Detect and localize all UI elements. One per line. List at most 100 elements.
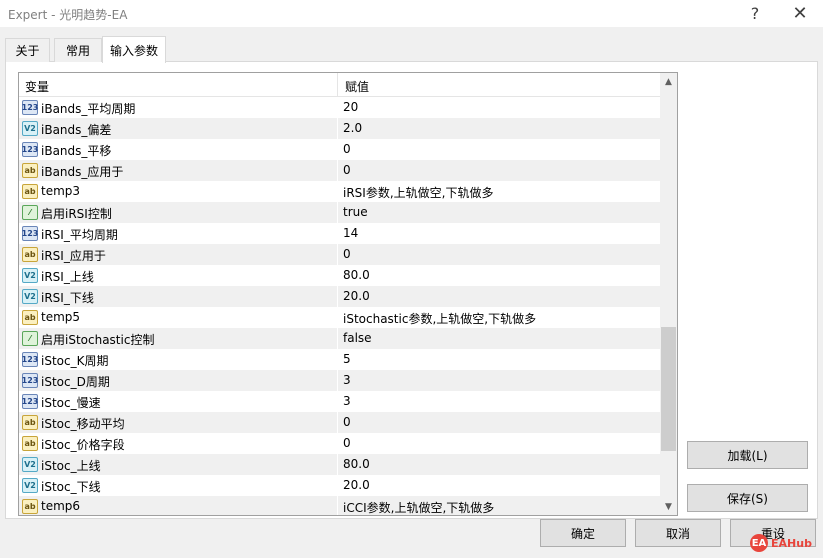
parameter-value[interactable]: iStochastic参数,上轨做空,下轨做多 [343, 310, 536, 327]
parameter-value-cell[interactable]: 80.0 [338, 454, 660, 475]
parameter-value-cell[interactable]: 3 [338, 391, 660, 412]
parameter-name-cell[interactable]: ab iStoc_价格字段 [19, 433, 337, 454]
parameter-value[interactable]: 3 [343, 373, 351, 387]
parameter-value[interactable]: false [343, 331, 372, 345]
parameter-value-cell[interactable]: 80.0 [338, 265, 660, 286]
table-row[interactable]: ab iStoc_价格字段 0 [19, 433, 660, 454]
parameter-value-cell[interactable]: 2.0 [338, 118, 660, 139]
parameter-value-cell[interactable]: iRSI参数,上轨做空,下轨做多 [338, 181, 660, 202]
load-button[interactable]: 加载(L) [687, 441, 808, 469]
table-row[interactable]: 123 iStoc_D周期 3 [19, 370, 660, 391]
column-header-value[interactable]: 赋值 [345, 78, 369, 95]
table-row[interactable]: ⁄ 启用iRSI控制 true [19, 202, 660, 223]
save-button[interactable]: 保存(S) [687, 484, 808, 512]
parameter-value[interactable]: 3 [343, 394, 351, 408]
parameter-value-cell[interactable]: 0 [338, 160, 660, 181]
table-row[interactable]: V2 iBands_偏差 2.0 [19, 118, 660, 139]
parameter-name-cell[interactable]: ab iRSI_应用于 [19, 244, 337, 265]
table-row[interactable]: ab temp6 iCCI参数,上轨做空,下轨做多 [19, 496, 660, 515]
ok-button[interactable]: 确定 [540, 519, 626, 547]
title-bar[interactable]: Expert - 光明趋势-EA ? ✕ [0, 0, 823, 27]
parameter-value[interactable]: 2.0 [343, 121, 362, 135]
parameter-name-cell[interactable]: 123 iBands_平均周期 [19, 97, 337, 118]
parameter-name: 启用iRSI控制 [41, 207, 112, 221]
parameter-value-cell[interactable]: 0 [338, 244, 660, 265]
help-icon[interactable]: ? [735, 0, 775, 27]
parameter-value[interactable]: 80.0 [343, 268, 370, 282]
parameter-value[interactable]: 0 [343, 415, 351, 429]
parameter-value[interactable]: iCCI参数,上轨做空,下轨做多 [343, 499, 494, 515]
parameter-value[interactable]: 20.0 [343, 289, 370, 303]
table-row[interactable]: ab temp5 iStochastic参数,上轨做空,下轨做多 [19, 307, 660, 328]
parameter-name-cell[interactable]: ab temp3 [19, 181, 337, 202]
parameter-name-cell[interactable]: ab temp5 [19, 307, 337, 328]
table-row[interactable]: V2 iStoc_下线 20.0 [19, 475, 660, 496]
parameter-name-cell[interactable]: ab iBands_应用于 [19, 160, 337, 181]
table-row[interactable]: 123 iBands_平移 0 [19, 139, 660, 160]
table-row[interactable]: V2 iRSI_上线 80.0 [19, 265, 660, 286]
parameter-value[interactable]: 0 [343, 142, 351, 156]
parameter-name-cell[interactable]: ab iStoc_移动平均 [19, 412, 337, 433]
parameter-name-cell[interactable]: 123 iStoc_D周期 [19, 370, 337, 391]
parameter-name-cell[interactable]: V2 iStoc_下线 [19, 475, 337, 496]
parameter-value[interactable]: 20.0 [343, 478, 370, 492]
parameter-value-cell[interactable]: 0 [338, 139, 660, 160]
table-row[interactable]: ab temp3 iRSI参数,上轨做空,下轨做多 [19, 181, 660, 202]
parameter-value-cell[interactable]: 20.0 [338, 475, 660, 496]
parameter-value[interactable]: true [343, 205, 368, 219]
parameter-value-cell[interactable]: true [338, 202, 660, 223]
parameter-value-cell[interactable]: 0 [338, 433, 660, 454]
parameter-name-cell[interactable]: V2 iRSI_下线 [19, 286, 337, 307]
parameter-value[interactable]: 0 [343, 247, 351, 261]
column-header-variable[interactable]: 变量 [25, 78, 49, 95]
table-row[interactable]: 123 iBands_平均周期 20 [19, 97, 660, 118]
cancel-button[interactable]: 取消 [635, 519, 721, 547]
parameter-name-cell[interactable]: ab temp6 [19, 496, 337, 515]
parameter-value-cell[interactable]: iStochastic参数,上轨做空,下轨做多 [338, 307, 660, 328]
parameter-value-cell[interactable]: 0 [338, 412, 660, 433]
scrollbar-thumb[interactable] [661, 327, 676, 451]
parameter-value-cell[interactable]: 20 [338, 97, 660, 118]
parameter-name-cell[interactable]: ⁄ 启用iRSI控制 [19, 202, 337, 223]
close-icon[interactable]: ✕ [780, 0, 820, 27]
parameter-name-cell[interactable]: 123 iBands_平移 [19, 139, 337, 160]
parameter-name-cell[interactable]: V2 iRSI_上线 [19, 265, 337, 286]
parameter-value[interactable]: 80.0 [343, 457, 370, 471]
parameter-name-cell[interactable]: V2 iBands_偏差 [19, 118, 337, 139]
parameter-value[interactable]: 20 [343, 100, 358, 114]
table-row[interactable]: 123 iStoc_慢速 3 [19, 391, 660, 412]
parameter-name-cell[interactable]: 123 iRSI_平均周期 [19, 223, 337, 244]
table-row[interactable]: 123 iStoc_K周期 5 [19, 349, 660, 370]
header-divider[interactable] [337, 73, 338, 97]
tab-about[interactable]: 关于 [5, 38, 50, 62]
table-row[interactable]: ab iRSI_应用于 0 [19, 244, 660, 265]
parameter-value-cell[interactable]: 20.0 [338, 286, 660, 307]
table-row[interactable]: V2 iRSI_下线 20.0 [19, 286, 660, 307]
parameter-value-cell[interactable]: false [338, 328, 660, 349]
parameter-name-cell[interactable]: V2 iStoc_上线 [19, 454, 337, 475]
scroll-down-icon[interactable]: ▼ [660, 498, 677, 515]
parameter-value[interactable]: 14 [343, 226, 358, 240]
parameter-value-cell[interactable]: 3 [338, 370, 660, 391]
double-type-icon: V2 [22, 268, 38, 283]
parameter-value-cell[interactable]: 5 [338, 349, 660, 370]
parameter-value[interactable]: 0 [343, 163, 351, 177]
parameter-value[interactable]: 5 [343, 352, 351, 366]
tab-inputs[interactable]: 输入参数 [102, 36, 166, 63]
parameter-value-cell[interactable]: iCCI参数,上轨做空,下轨做多 [338, 496, 660, 515]
table-row[interactable]: ab iBands_应用于 0 [19, 160, 660, 181]
table-row[interactable]: 123 iRSI_平均周期 14 [19, 223, 660, 244]
parameter-name-cell[interactable]: ⁄ 启用iStochastic控制 [19, 328, 337, 349]
table-row[interactable]: ab iStoc_移动平均 0 [19, 412, 660, 433]
parameter-value[interactable]: 0 [343, 436, 351, 450]
parameter-name-cell[interactable]: 123 iStoc_慢速 [19, 391, 337, 412]
parameter-name-cell[interactable]: 123 iStoc_K周期 [19, 349, 337, 370]
vertical-scrollbar[interactable]: ▲ ▼ [660, 73, 677, 515]
parameter-value-cell[interactable]: 14 [338, 223, 660, 244]
parameter-value[interactable]: iRSI参数,上轨做空,下轨做多 [343, 184, 493, 201]
parameter-name: iStoc_上线 [41, 459, 101, 473]
scroll-up-icon[interactable]: ▲ [660, 73, 677, 90]
table-row[interactable]: ⁄ 启用iStochastic控制 false [19, 328, 660, 349]
table-row[interactable]: V2 iStoc_上线 80.0 [19, 454, 660, 475]
tab-common[interactable]: 常用 [54, 38, 102, 62]
